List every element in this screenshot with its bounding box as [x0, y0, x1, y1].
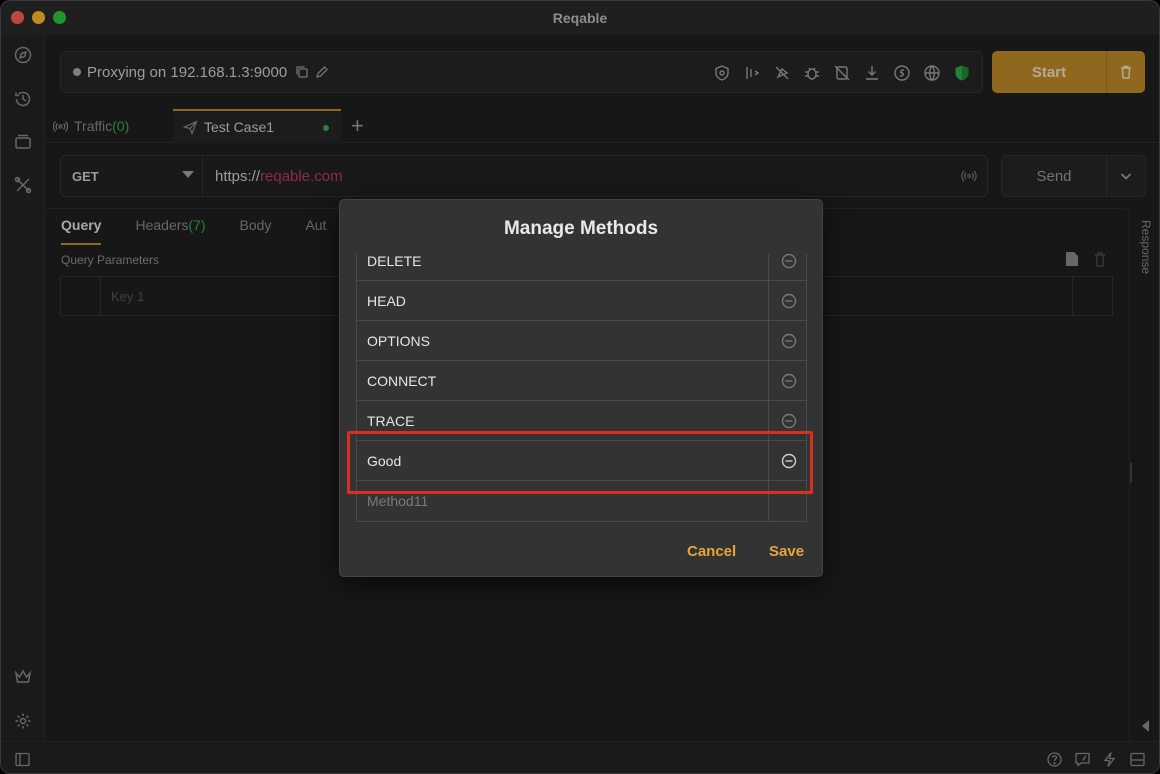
app-window: Reqable Proxying on 192.168.1.3:9000 Sta…	[0, 0, 1160, 774]
method-name[interactable]: OPTIONS	[367, 333, 430, 349]
remove-circle-icon[interactable]	[768, 321, 806, 361]
remove-circle-icon[interactable]	[768, 361, 806, 401]
method-row: OPTIONS	[357, 321, 806, 361]
method-row: CONNECT	[357, 361, 806, 401]
remove-circle-icon[interactable]	[768, 254, 806, 281]
method-name[interactable]: CONNECT	[367, 373, 436, 389]
cancel-button[interactable]: Cancel	[687, 543, 736, 560]
new-method-input[interactable]: Method11	[367, 493, 428, 509]
method-name[interactable]: DELETE	[367, 254, 421, 269]
dialog-title: Manage Methods	[503, 218, 659, 239]
save-button[interactable]: Save	[769, 543, 804, 560]
method-name[interactable]: TRACE	[367, 413, 414, 429]
highlight-annotation	[347, 431, 813, 494]
method-row: DELETE	[357, 254, 806, 281]
remove-circle-icon[interactable]	[768, 281, 806, 321]
method-row: HEAD	[357, 281, 806, 321]
method-name[interactable]: HEAD	[367, 293, 406, 309]
manage-methods-dialog: Manage Methods DELETE HEAD OPTIONS CONNE…	[339, 199, 823, 577]
